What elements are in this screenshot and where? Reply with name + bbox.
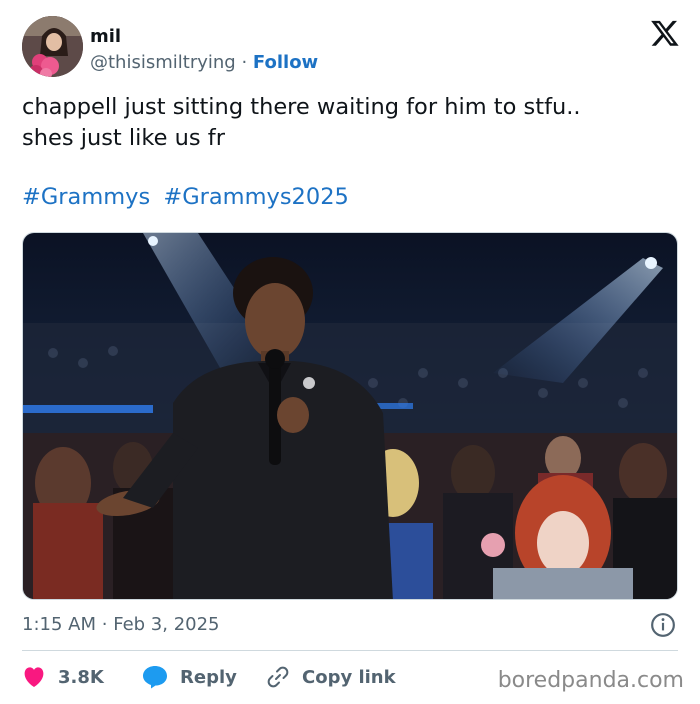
reply-button[interactable]: Reply [142, 660, 237, 694]
tweet-line: shes just like us fr [22, 125, 225, 151]
tweet-timestamp[interactable]: 1:15 AM · Feb 3, 2025 [22, 614, 220, 635]
follow-button[interactable]: Follow [253, 52, 318, 73]
author-name[interactable]: mil [90, 26, 121, 47]
tweet-photo[interactable] [22, 232, 678, 600]
author-handle[interactable]: @thisismiltrying [90, 52, 236, 73]
hashtags: #Grammys #Grammys2025 [22, 184, 355, 210]
tweet-date: Feb 3, 2025 [113, 614, 220, 635]
tweet-header: mil @thisismiltrying · Follow [22, 16, 682, 78]
hashtag-link[interactable]: #Grammys2025 [163, 184, 348, 210]
like-count: 3.8K [58, 666, 104, 688]
info-icon[interactable] [650, 612, 676, 638]
link-icon [267, 666, 289, 688]
handle-row: @thisismiltrying · Follow [90, 52, 318, 73]
x-logo-icon[interactable] [650, 18, 680, 48]
hashtag-link[interactable]: #Grammys [22, 184, 150, 210]
reply-label: Reply [180, 666, 237, 688]
like-button[interactable]: 3.8K [22, 660, 104, 694]
separator: · [101, 614, 108, 635]
reply-bubble-icon [143, 666, 167, 689]
avatar[interactable] [22, 16, 83, 77]
tweet-line: chappell just sitting there waiting for … [22, 94, 581, 120]
separator: · [241, 52, 248, 73]
tweet-time: 1:15 AM [22, 614, 96, 635]
copy-link-button[interactable]: Copy link [266, 660, 396, 694]
tweet-text: chappell just sitting there waiting for … [22, 92, 682, 154]
watermark: boredpanda.com [497, 668, 684, 693]
heart-icon [24, 667, 44, 687]
divider [22, 650, 678, 651]
copy-link-label: Copy link [302, 666, 396, 688]
